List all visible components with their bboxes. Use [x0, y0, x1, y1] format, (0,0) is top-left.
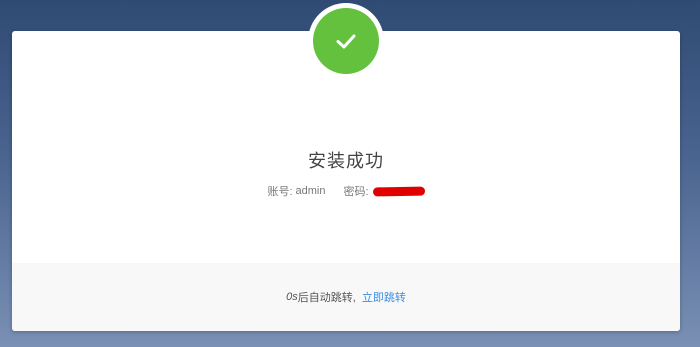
account-value: admin: [295, 185, 326, 197]
password-label: 密码:: [343, 186, 369, 198]
password-redaction: [372, 186, 425, 196]
check-icon: [336, 34, 356, 49]
redirect-now-link[interactable]: 立即跳转: [362, 289, 406, 305]
account-label: 账号:: [267, 186, 293, 198]
success-badge: [313, 8, 379, 74]
redirect-footer: 0s 后自动跳转, 立即跳转: [12, 263, 680, 331]
countdown: 0s: [286, 291, 298, 303]
install-success-card: 安装成功 账号: admin 密码: 0s 后自动跳转, 立即跳转: [12, 3, 680, 331]
credentials-line: 账号: admin 密码:: [12, 183, 680, 199]
status-badge: [308, 3, 384, 79]
redirect-message: 后自动跳转,: [297, 292, 356, 304]
page-title: 安装成功: [308, 151, 384, 171]
